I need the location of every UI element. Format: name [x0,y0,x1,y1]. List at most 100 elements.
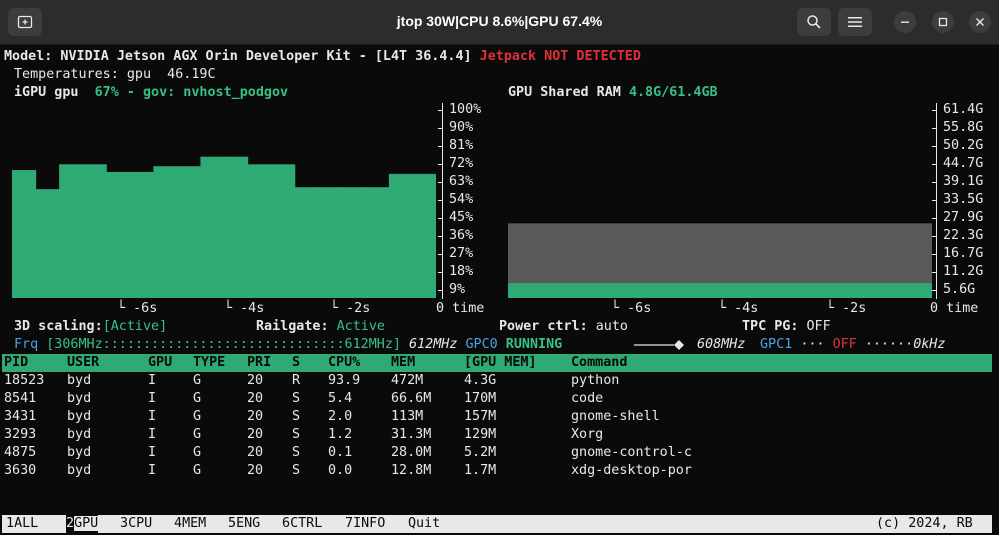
table-row[interactable]: 3431 byd I G 20 S 2.0 113M 157M gnome-shell [2,408,992,426]
gpu-xlabel-4s-wrap: └ -4s [224,300,264,318]
minimize-button[interactable] [894,11,916,33]
ram-y-tick-label: 27.9G [943,210,984,225]
gpu-y-tick [438,110,443,111]
quit-button[interactable]: Quit [408,515,440,533]
tab-all[interactable]: 1ALL [6,515,38,533]
process-table-header: PID USER GPU TYPE PRI S CPU% MEM [GPU ME… [2,354,992,372]
gpu-y-tick-label: 54% [449,192,474,207]
maximize-icon [938,17,948,27]
cell-gpu: I [148,463,157,478]
cell-state: R [292,373,301,388]
ram-y-tick [932,236,937,237]
model-text: Model: NVIDIA Jetson AGX Orin Developer … [4,49,472,64]
scaling-status: 3D scaling:[Active] [14,318,167,336]
cell-user: byd [67,373,92,388]
cell-gpu-mem: 157M [464,409,497,424]
tab-gpu[interactable]: 2GPU [66,515,99,533]
tab-ctrl[interactable]: 6CTRL [282,515,322,533]
freq-range-bar: [306MHz::::::::::::::::::::::::::::::612… [46,337,401,352]
cell-pid: 18523 [4,373,45,388]
gpu-usage-bar [318,187,343,298]
gpc1-dots: ··· [800,337,825,352]
col-cpu[interactable]: CPU% [328,354,360,372]
cell-type: G [193,463,202,478]
col-pid[interactable]: PID [4,354,28,372]
maximize-button[interactable] [932,11,954,33]
temperatures-value: gpu 46.19C [126,67,216,82]
gpu-y-tick-label: 45% [449,210,474,225]
cell-pri: 20 [247,463,264,478]
temperatures-label: Temperatures: [14,67,119,82]
col-pri[interactable]: PRI [247,354,271,372]
tab-cpu[interactable]: 3CPU [120,515,152,533]
gpu-usage-bar [35,189,60,298]
cell-pri: 20 [247,427,264,442]
tab-eng[interactable]: 5ENG [228,515,260,533]
gpu-usage-bar [341,187,366,298]
table-row[interactable]: 18523 byd I G 20 R 93.9 472M 4.3G python [2,372,992,390]
gpu-y-tick-label: 72% [449,156,474,171]
railgate-value: Active [336,319,385,334]
gpu-usage-bar [224,156,249,298]
cell-command: gnome-control-c [571,445,692,460]
col-state[interactable]: S [292,354,300,372]
gpu-time-label: time [452,301,485,316]
tpc-pg-value: OFF [806,319,831,334]
close-button[interactable] [969,11,991,33]
col-gpu[interactable]: GPU [148,354,172,372]
gpu-y-tick-label: 100% [449,102,482,117]
model-line: Model: NVIDIA Jetson AGX Orin Developer … [4,48,641,66]
table-row[interactable]: 3293 byd I G 20 S 1.2 31.3M 129M Xorg [2,426,992,444]
table-row[interactable]: 4875 byd I G 20 S 0.1 28.0M 5.2M gnome-control-c [2,444,992,462]
gpu-usage-bar [129,171,154,298]
gpc0-frequency: 608MHz [697,337,746,352]
ram-xlabel-0: 0 [930,301,939,316]
cell-state: S [292,463,301,478]
ram-panel-title: GPU Shared RAM [508,85,621,100]
gpu-y-tick-label: 63% [449,174,474,189]
ram-y-tick-label: 39.1G [943,174,984,189]
search-button[interactable] [797,8,831,36]
gpu-y-tick [438,290,443,291]
col-command[interactable]: Command [571,354,627,372]
cell-type: G [193,427,202,442]
gpu-y-tick [438,146,443,147]
railgate-status: Railgate: Active [256,318,385,336]
cell-state: S [292,427,301,442]
tab-mem[interactable]: 4MEM [174,515,206,533]
gpc1-dots-2: ······ [864,337,914,352]
railgate-label: Railgate: [256,319,329,334]
ram-chart-y-axis [936,103,937,299]
ram-panel-value: 4.8G/61.4GB [628,85,718,100]
gpu-y-tick [438,272,443,273]
ram-y-tick-label: 22.3G [943,228,984,243]
menu-button[interactable] [838,8,872,36]
cell-pid: 3431 [4,409,37,424]
table-row[interactable]: 3630 byd I G 20 S 0.0 12.8M 1.7M xdg-desktop-por [2,462,992,480]
gpu-xlabel-0-wrap: 0 time [436,300,484,318]
jetpack-status: Jetpack NOT DETECTED [479,49,641,64]
col-mem[interactable]: MEM [391,354,415,372]
ram-xlabel-4s-wrap: └ -4s [718,300,758,318]
power-ctrl-label: Power ctrl: [499,319,588,334]
ram-y-tick [932,254,937,255]
ram-y-tick-label: 55.8G [943,120,984,135]
cell-state: S [292,391,301,406]
col-user[interactable]: USER [67,354,99,372]
tab-info[interactable]: 7INFO [345,515,385,533]
cell-user: byd [67,463,92,478]
ram-y-tick-label: 33.5G [943,192,984,207]
freq-label: Frq [14,337,39,352]
table-row[interactable]: 8541 byd I G 20 S 5.4 66.6M 170M code [2,390,992,408]
gpu-xlabel-2s-wrap: └ -2s [330,300,370,318]
ram-y-tick [932,290,937,291]
cell-cpu: 0.1 [328,445,353,460]
col-gpu-mem[interactable]: [GPU MEM] [464,354,537,372]
ram-y-tick [932,146,937,147]
gpu-xlabel-4s: └ -4s [224,301,265,316]
copyright-text: (c) 2024, RB [876,516,973,531]
cell-cpu: 2.0 [328,409,353,424]
col-type[interactable]: TYPE [193,354,225,372]
cell-pri: 20 [247,373,264,388]
gpc1-frequency: 0kHz [913,337,946,352]
